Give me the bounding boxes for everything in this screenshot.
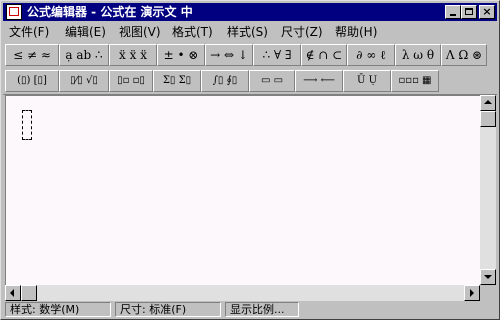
template-palette-bar: (▯) [▯] ▯⁄▯ √▯ ▯▫ ▫▯ Σ▯ Σ▯ ∫▯ ∮▯ ▭ ▭ ⟶ ⟵… xyxy=(3,69,497,93)
scroll-up-button[interactable] xyxy=(480,95,496,111)
palette-labeled-arrows[interactable]: ⟶ ⟵ xyxy=(295,70,343,92)
maximize-button[interactable] xyxy=(461,5,477,19)
minimize-icon xyxy=(450,14,456,16)
horizontal-scroll-thumb[interactable] xyxy=(21,285,37,301)
window-title: 公式编辑器 - 公式在 演示文 中 xyxy=(27,5,193,19)
scrollbar-corner xyxy=(480,285,496,301)
palette-fractions-radicals[interactable]: ▯⁄▯ √▯ xyxy=(59,70,109,92)
arrow-down-icon xyxy=(484,275,492,279)
menu-bar: 文件(F) 编辑(E) 视图(V) 格式(T) 样式(S) 尺寸(Z) 帮助(H… xyxy=(3,22,497,42)
maximize-icon xyxy=(465,8,473,15)
palette-bars[interactable]: ▭ ▭ xyxy=(249,70,295,92)
palette-operators[interactable]: ± • ⊗ xyxy=(157,44,205,66)
menu-file[interactable]: 文件(F) xyxy=(9,24,49,40)
status-bar: 样式: 数学(M) 尺寸: 标准(F) 显示比例... xyxy=(3,301,497,317)
equation-canvas[interactable] xyxy=(5,95,480,286)
arrow-left-icon xyxy=(10,289,14,297)
palette-greek-upper[interactable]: Λ Ω ⊛ xyxy=(441,44,487,66)
palette-summations[interactable]: Σ▯ Σ▯ xyxy=(153,70,201,92)
title-bar[interactable]: 公式编辑器 - 公式在 演示文 中 × xyxy=(3,3,497,21)
menu-style[interactable]: 样式(S) xyxy=(227,24,268,40)
palette-misc-symbols[interactable]: ∂ ∞ ℓ xyxy=(347,44,395,66)
menu-size[interactable]: 尺寸(Z) xyxy=(281,24,323,40)
minimize-button[interactable] xyxy=(445,5,461,19)
menu-view[interactable]: 视图(V) xyxy=(119,24,161,40)
palette-spaces-ellipses[interactable]: ạ ab ∴ xyxy=(59,44,109,66)
symbol-palette-bar: ≤ ≠ ≈ ạ ab ∴ ẍ ẍ ẍ ± • ⊗ → ⇔ ↓ ∴ ∀ ∃ ∉ ∩… xyxy=(3,43,497,67)
scroll-right-button[interactable] xyxy=(464,285,480,301)
scroll-left-button[interactable] xyxy=(5,285,21,301)
palette-subscripts[interactable]: ▯▫ ▫▯ xyxy=(109,70,153,92)
palette-greek-lower[interactable]: λ ω θ xyxy=(395,44,441,66)
menu-edit[interactable]: 编辑(E) xyxy=(65,24,106,40)
empty-slot-placeholder[interactable] xyxy=(22,110,32,140)
menu-format[interactable]: 格式(T) xyxy=(172,24,213,40)
palette-fences[interactable]: (▯) [▯] xyxy=(5,70,59,92)
arrow-up-icon xyxy=(484,100,492,104)
equation-editor-window: 公式编辑器 - 公式在 演示文 中 × 文件(F) 编辑(E) 视图(V) 格式… xyxy=(0,0,500,320)
scroll-down-button[interactable] xyxy=(480,269,496,285)
equation-editor-icon[interactable] xyxy=(6,4,22,20)
arrow-right-icon xyxy=(470,289,474,297)
vertical-scroll-thumb[interactable] xyxy=(480,111,496,127)
status-size[interactable]: 尺寸: 标准(F) xyxy=(115,302,221,317)
palette-products[interactable]: Ū Ụ xyxy=(343,70,391,92)
palette-integrals[interactable]: ∫▯ ∮▯ xyxy=(201,70,249,92)
vertical-scrollbar[interactable] xyxy=(480,95,496,285)
menu-help[interactable]: 帮助(H) xyxy=(335,24,377,40)
palette-matrices[interactable]: ▫▫▫ ▦ xyxy=(391,70,439,92)
status-style[interactable]: 样式: 数学(M) xyxy=(5,302,111,317)
status-zoom[interactable]: 显示比例... xyxy=(225,302,299,317)
palette-relational[interactable]: ≤ ≠ ≈ xyxy=(5,44,59,66)
horizontal-scrollbar[interactable] xyxy=(5,285,480,301)
close-icon: × xyxy=(482,5,492,18)
palette-embellishments[interactable]: ẍ ẍ ẍ xyxy=(109,44,157,66)
palette-set-theory[interactable]: ∉ ∩ ⊂ xyxy=(301,44,347,66)
palette-arrows[interactable]: → ⇔ ↓ xyxy=(205,44,253,66)
palette-logical[interactable]: ∴ ∀ ∃ xyxy=(253,44,301,66)
close-button[interactable]: × xyxy=(479,5,495,19)
